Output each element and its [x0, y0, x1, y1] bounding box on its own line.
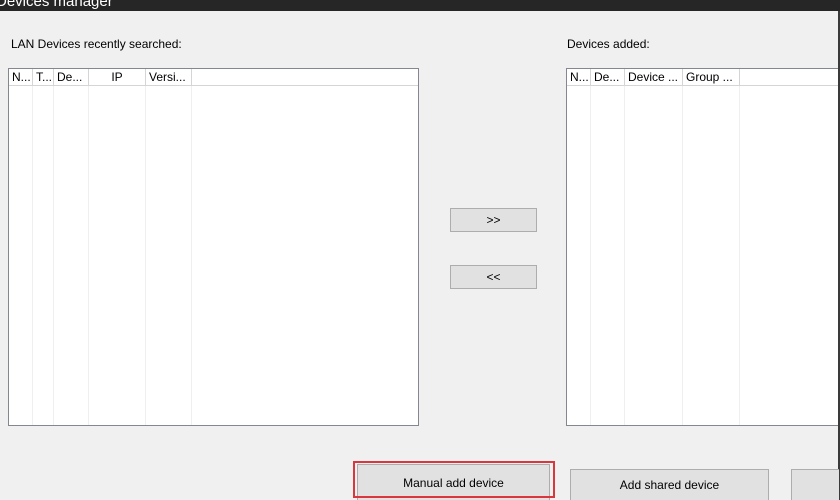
column-gridline: [682, 86, 683, 425]
column-gridline: [88, 86, 89, 425]
add-shared-device-button[interactable]: Add shared device: [570, 469, 769, 500]
lan-devices-list-header: N... T... De... IP Versi...: [9, 69, 418, 86]
lan-devices-list[interactable]: N... T... De... IP Versi...: [8, 68, 419, 426]
column-header-device[interactable]: De...: [591, 69, 625, 85]
devices-added-label: Devices added:: [567, 37, 650, 51]
column-header-group[interactable]: Group ...: [683, 69, 740, 85]
column-header-name[interactable]: N...: [9, 69, 33, 85]
column-gridline: [53, 86, 54, 425]
lan-devices-label: LAN Devices recently searched:: [11, 37, 182, 51]
column-gridline: [590, 86, 591, 425]
devices-added-list[interactable]: N... De... Device ... Group ...: [566, 68, 838, 426]
column-header-type[interactable]: T...: [33, 69, 54, 85]
column-header-name[interactable]: N...: [567, 69, 591, 85]
column-header-version[interactable]: Versi...: [146, 69, 192, 85]
column-header-device[interactable]: De...: [54, 69, 89, 85]
column-gridline: [191, 86, 192, 425]
window-title: Devices manager: [0, 0, 113, 10]
remove-from-devices-button[interactable]: <<: [450, 265, 537, 289]
partial-button[interactable]: [791, 469, 839, 500]
column-gridline: [32, 86, 33, 425]
title-bar: Devices manager: [0, 0, 840, 11]
add-to-devices-button[interactable]: >>: [450, 208, 537, 232]
column-header-device-name[interactable]: Device ...: [625, 69, 683, 85]
column-gridline: [739, 86, 740, 425]
manual-add-device-button[interactable]: Manual add device: [357, 464, 550, 500]
devices-added-list-header: N... De... Device ... Group ...: [567, 69, 838, 86]
column-gridline: [624, 86, 625, 425]
column-header-ip[interactable]: IP: [89, 69, 146, 85]
column-gridline: [145, 86, 146, 425]
